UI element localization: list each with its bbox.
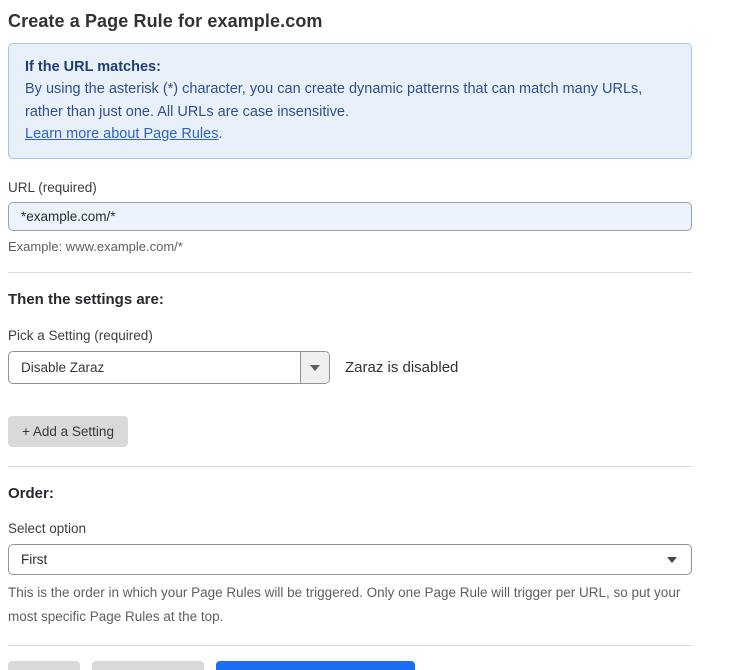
- url-field-label: URL (required): [8, 179, 692, 196]
- order-section-heading: Order:: [8, 485, 692, 503]
- order-select-label: Select option: [8, 520, 692, 537]
- info-callout-body: By using the asterisk (*) character, you…: [25, 78, 675, 123]
- setting-dropdown-value: Disable Zaraz: [9, 352, 300, 383]
- save-as-draft-button[interactable]: Save as Draft: [92, 661, 204, 670]
- setting-picker-row: Disable Zaraz Zaraz is disabled: [8, 351, 692, 384]
- divider: [8, 466, 692, 467]
- url-match-info-callout: If the URL matches: By using the asteris…: [8, 43, 692, 159]
- link-period: .: [218, 126, 222, 142]
- learn-more-link[interactable]: Learn more about Page Rules: [25, 126, 218, 142]
- page-title: Create a Page Rule for example.com: [8, 10, 692, 32]
- order-helper-text: This is the order in which your Page Rul…: [8, 581, 692, 629]
- order-select-value: First: [21, 552, 47, 567]
- cancel-button[interactable]: Cancel: [8, 661, 80, 670]
- order-select[interactable]: First: [8, 544, 692, 575]
- save-and-deploy-button[interactable]: Save and Deploy Page Rule: [216, 661, 416, 670]
- select-caret-icon: [667, 557, 677, 563]
- url-example-helper: Example: www.example.com/*: [8, 239, 692, 255]
- form-actions: Cancel Save as Draft Save and Deploy Pag…: [8, 661, 692, 670]
- divider: [8, 272, 692, 273]
- settings-section-heading: Then the settings are:: [8, 291, 692, 309]
- divider: [8, 645, 692, 646]
- setting-dropdown[interactable]: Disable Zaraz: [8, 351, 330, 384]
- page-rule-form: Create a Page Rule for example.com If th…: [8, 10, 692, 670]
- info-callout-heading: If the URL matches:: [25, 56, 675, 78]
- info-callout-link-line: Learn more about Page Rules.: [25, 123, 675, 145]
- setting-status-text: Zaraz is disabled: [345, 359, 458, 376]
- setting-picker-label: Pick a Setting (required): [8, 327, 692, 344]
- setting-dropdown-arrow-button[interactable]: [300, 352, 329, 383]
- dropdown-caret-icon: [310, 365, 320, 371]
- add-setting-button[interactable]: + Add a Setting: [8, 416, 128, 447]
- url-input[interactable]: [8, 202, 692, 231]
